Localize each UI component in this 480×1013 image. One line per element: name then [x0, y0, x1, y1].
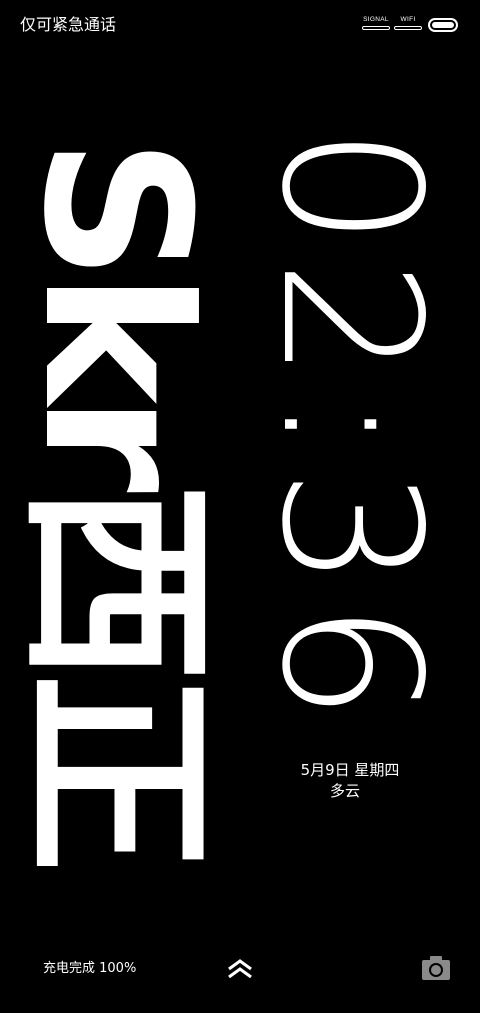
lock-date: 5月9日 星期四 [300, 761, 400, 779]
charge-status: 充电完成 100% [43, 961, 137, 976]
wifi-label: WIFI [400, 16, 416, 23]
camera-icon[interactable] [421, 954, 451, 982]
bottom-bar: 充电完成 100% [0, 940, 480, 1000]
wallpaper-art: Skr西正 [0, 90, 232, 910]
unlock-chevron-icon[interactable] [226, 958, 254, 980]
wifi-icon: WIFI [394, 16, 422, 34]
status-icons: SIGNAL WIFI [362, 16, 458, 36]
lock-clock: 02:36 [240, 95, 461, 755]
status-bar: 仅可紧急通话 SIGNAL WIFI [0, 0, 480, 50]
lock-weather: 多云 [329, 782, 360, 800]
wallpaper-art-text: Skr西正 [0, 137, 232, 863]
battery-icon [428, 18, 458, 32]
signal-label: SIGNAL [363, 16, 389, 23]
clock-time: 02:36 [240, 126, 461, 734]
signal-icon: SIGNAL [362, 16, 390, 34]
carrier-status: 仅可紧急通话 [20, 15, 117, 34]
